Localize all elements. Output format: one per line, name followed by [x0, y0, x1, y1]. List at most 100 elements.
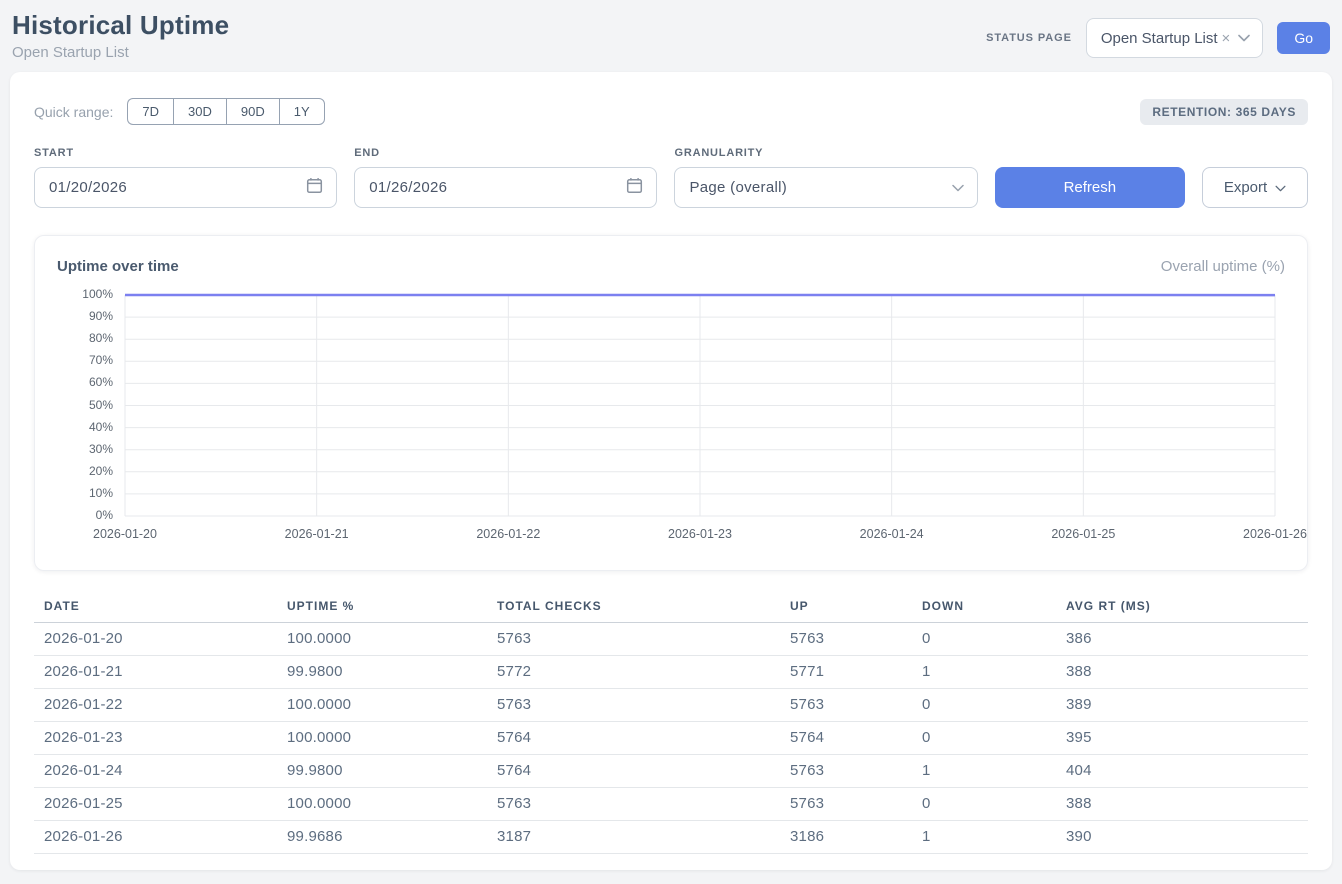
table-cell: 404: [1066, 755, 1308, 788]
table-cell: 100.0000: [287, 788, 497, 821]
table-row: 2026-01-25100.0000576357630388: [34, 788, 1308, 821]
table-cell: 2026-01-20: [34, 623, 287, 656]
table-cell: 5772: [497, 656, 790, 689]
uptime-table-body: 2026-01-20100.00005763576303862026-01-21…: [34, 623, 1308, 854]
table-header-cell: DOWN: [922, 593, 1066, 623]
table-cell: 2026-01-23: [34, 722, 287, 755]
y-axis-tick: 100%: [57, 287, 113, 301]
calendar-icon[interactable]: [306, 177, 323, 199]
table-cell: 1: [922, 821, 1066, 854]
table-cell: 100.0000: [287, 689, 497, 722]
table-cell: 395: [1066, 722, 1308, 755]
uptime-table-head: DATEUPTIME %TOTAL CHECKSUPDOWNAVG RT (MS…: [34, 593, 1308, 623]
uptime-chart-card: Uptime over time Overall uptime (%) 100%…: [34, 235, 1308, 571]
table-row: 2026-01-2199.9800577257711388: [34, 656, 1308, 689]
status-page-label: STATUS PAGE: [986, 32, 1072, 44]
table-cell: 386: [1066, 623, 1308, 656]
y-axis-tick: 10%: [57, 486, 113, 500]
table-cell: 388: [1066, 788, 1308, 821]
status-page-selected-value: Open Startup List: [1101, 30, 1218, 47]
table-cell: 5763: [790, 755, 922, 788]
go-button[interactable]: Go: [1277, 22, 1330, 54]
y-axis-tick: 80%: [57, 331, 113, 345]
quick-range-30d-button[interactable]: 30D: [173, 98, 226, 125]
y-axis-tick: 20%: [57, 464, 113, 478]
start-date-input[interactable]: 01/20/2026: [34, 167, 337, 208]
granularity-selected-value: Page (overall): [689, 179, 787, 196]
quick-range-90d-button[interactable]: 90D: [226, 98, 279, 125]
clear-selection-icon[interactable]: ×: [1222, 30, 1231, 47]
chart-title: Uptime over time: [57, 258, 179, 275]
end-date-value: 01/26/2026: [369, 179, 447, 196]
table-cell: 390: [1066, 821, 1308, 854]
table-cell: 3187: [497, 821, 790, 854]
table-cell: 0: [922, 788, 1066, 821]
table-cell: 100.0000: [287, 623, 497, 656]
filter-fields-row: START 01/20/2026 END 01/26/2026 GRANULAR…: [34, 147, 1308, 208]
end-date-input[interactable]: 01/26/2026: [354, 167, 657, 208]
table-row: 2026-01-23100.0000576457640395: [34, 722, 1308, 755]
table-cell: 5764: [790, 722, 922, 755]
y-axis-tick: 30%: [57, 442, 113, 456]
table-cell: 388: [1066, 656, 1308, 689]
export-button[interactable]: Export: [1202, 167, 1308, 208]
table-cell: 0: [922, 689, 1066, 722]
table-header-cell: DATE: [34, 593, 287, 623]
y-axis-tick: 0%: [57, 508, 113, 522]
table-header-cell: UP: [790, 593, 922, 623]
granularity-label: GRANULARITY: [674, 147, 977, 159]
retention-badge: RETENTION: 365 DAYS: [1140, 99, 1308, 125]
status-page-select[interactable]: Open Startup List ×: [1086, 18, 1264, 58]
table-cell: 5763: [497, 788, 790, 821]
table-header-cell: UPTIME %: [287, 593, 497, 623]
start-date-value: 01/20/2026: [49, 179, 127, 196]
title-block: Historical Uptime Open Startup List: [12, 10, 229, 61]
table-cell: 1: [922, 755, 1066, 788]
chart-legend: Overall uptime (%): [1161, 258, 1285, 275]
table-cell: 2026-01-22: [34, 689, 287, 722]
chart-body: 100%90%80%70%60%50%40%30%20%10%0% 2026-0…: [57, 289, 1285, 549]
start-date-label: START: [34, 147, 337, 159]
refresh-button[interactable]: Refresh: [995, 167, 1185, 208]
x-axis-tick: 2026-01-21: [285, 527, 349, 541]
table-cell: 2026-01-24: [34, 755, 287, 788]
page-header: Historical Uptime Open Startup List STAT…: [0, 0, 1342, 72]
quick-range-1y-button[interactable]: 1Y: [279, 98, 325, 125]
table-cell: 100.0000: [287, 722, 497, 755]
end-date-label: END: [354, 147, 657, 159]
uptime-table: DATEUPTIME %TOTAL CHECKSUPDOWNAVG RT (MS…: [34, 593, 1308, 854]
quick-range-7d-button[interactable]: 7D: [127, 98, 173, 125]
table-cell: 2026-01-25: [34, 788, 287, 821]
y-axis-tick: 70%: [57, 353, 113, 367]
quick-range-row: Quick range: 7D 30D 90D 1Y RETENTION: 36…: [34, 98, 1308, 125]
table-cell: 99.9800: [287, 656, 497, 689]
y-axis-tick: 90%: [57, 309, 113, 323]
y-axis-tick: 60%: [57, 375, 113, 389]
header-controls: STATUS PAGE Open Startup List × Go: [986, 18, 1330, 58]
chevron-down-icon: [1238, 29, 1250, 47]
table-header-row: DATEUPTIME %TOTAL CHECKSUPDOWNAVG RT (MS…: [34, 593, 1308, 623]
granularity-select[interactable]: Page (overall): [674, 167, 977, 208]
table-header-cell: AVG RT (MS): [1066, 593, 1308, 623]
table-cell: 3186: [790, 821, 922, 854]
table-cell: 5763: [790, 623, 922, 656]
end-date-group: END 01/26/2026: [354, 147, 657, 208]
quick-range-group: 7D 30D 90D 1Y: [127, 98, 324, 125]
uptime-chart-svg: [125, 295, 1275, 516]
export-button-label: Export: [1224, 179, 1267, 196]
start-date-group: START 01/20/2026: [34, 147, 337, 208]
table-cell: 5771: [790, 656, 922, 689]
y-axis-tick: 40%: [57, 420, 113, 434]
table-cell: 99.9800: [287, 755, 497, 788]
x-axis-tick: 2026-01-24: [860, 527, 924, 541]
table-cell: 0: [922, 623, 1066, 656]
table-cell: 389: [1066, 689, 1308, 722]
page-title: Historical Uptime: [12, 10, 229, 41]
table-cell: 5763: [497, 623, 790, 656]
calendar-icon[interactable]: [626, 177, 643, 199]
table-row: 2026-01-22100.0000576357630389: [34, 689, 1308, 722]
chart-header: Uptime over time Overall uptime (%): [57, 258, 1285, 275]
x-axis-tick: 2026-01-22: [476, 527, 540, 541]
table-cell: 99.9686: [287, 821, 497, 854]
table-cell: 2026-01-26: [34, 821, 287, 854]
